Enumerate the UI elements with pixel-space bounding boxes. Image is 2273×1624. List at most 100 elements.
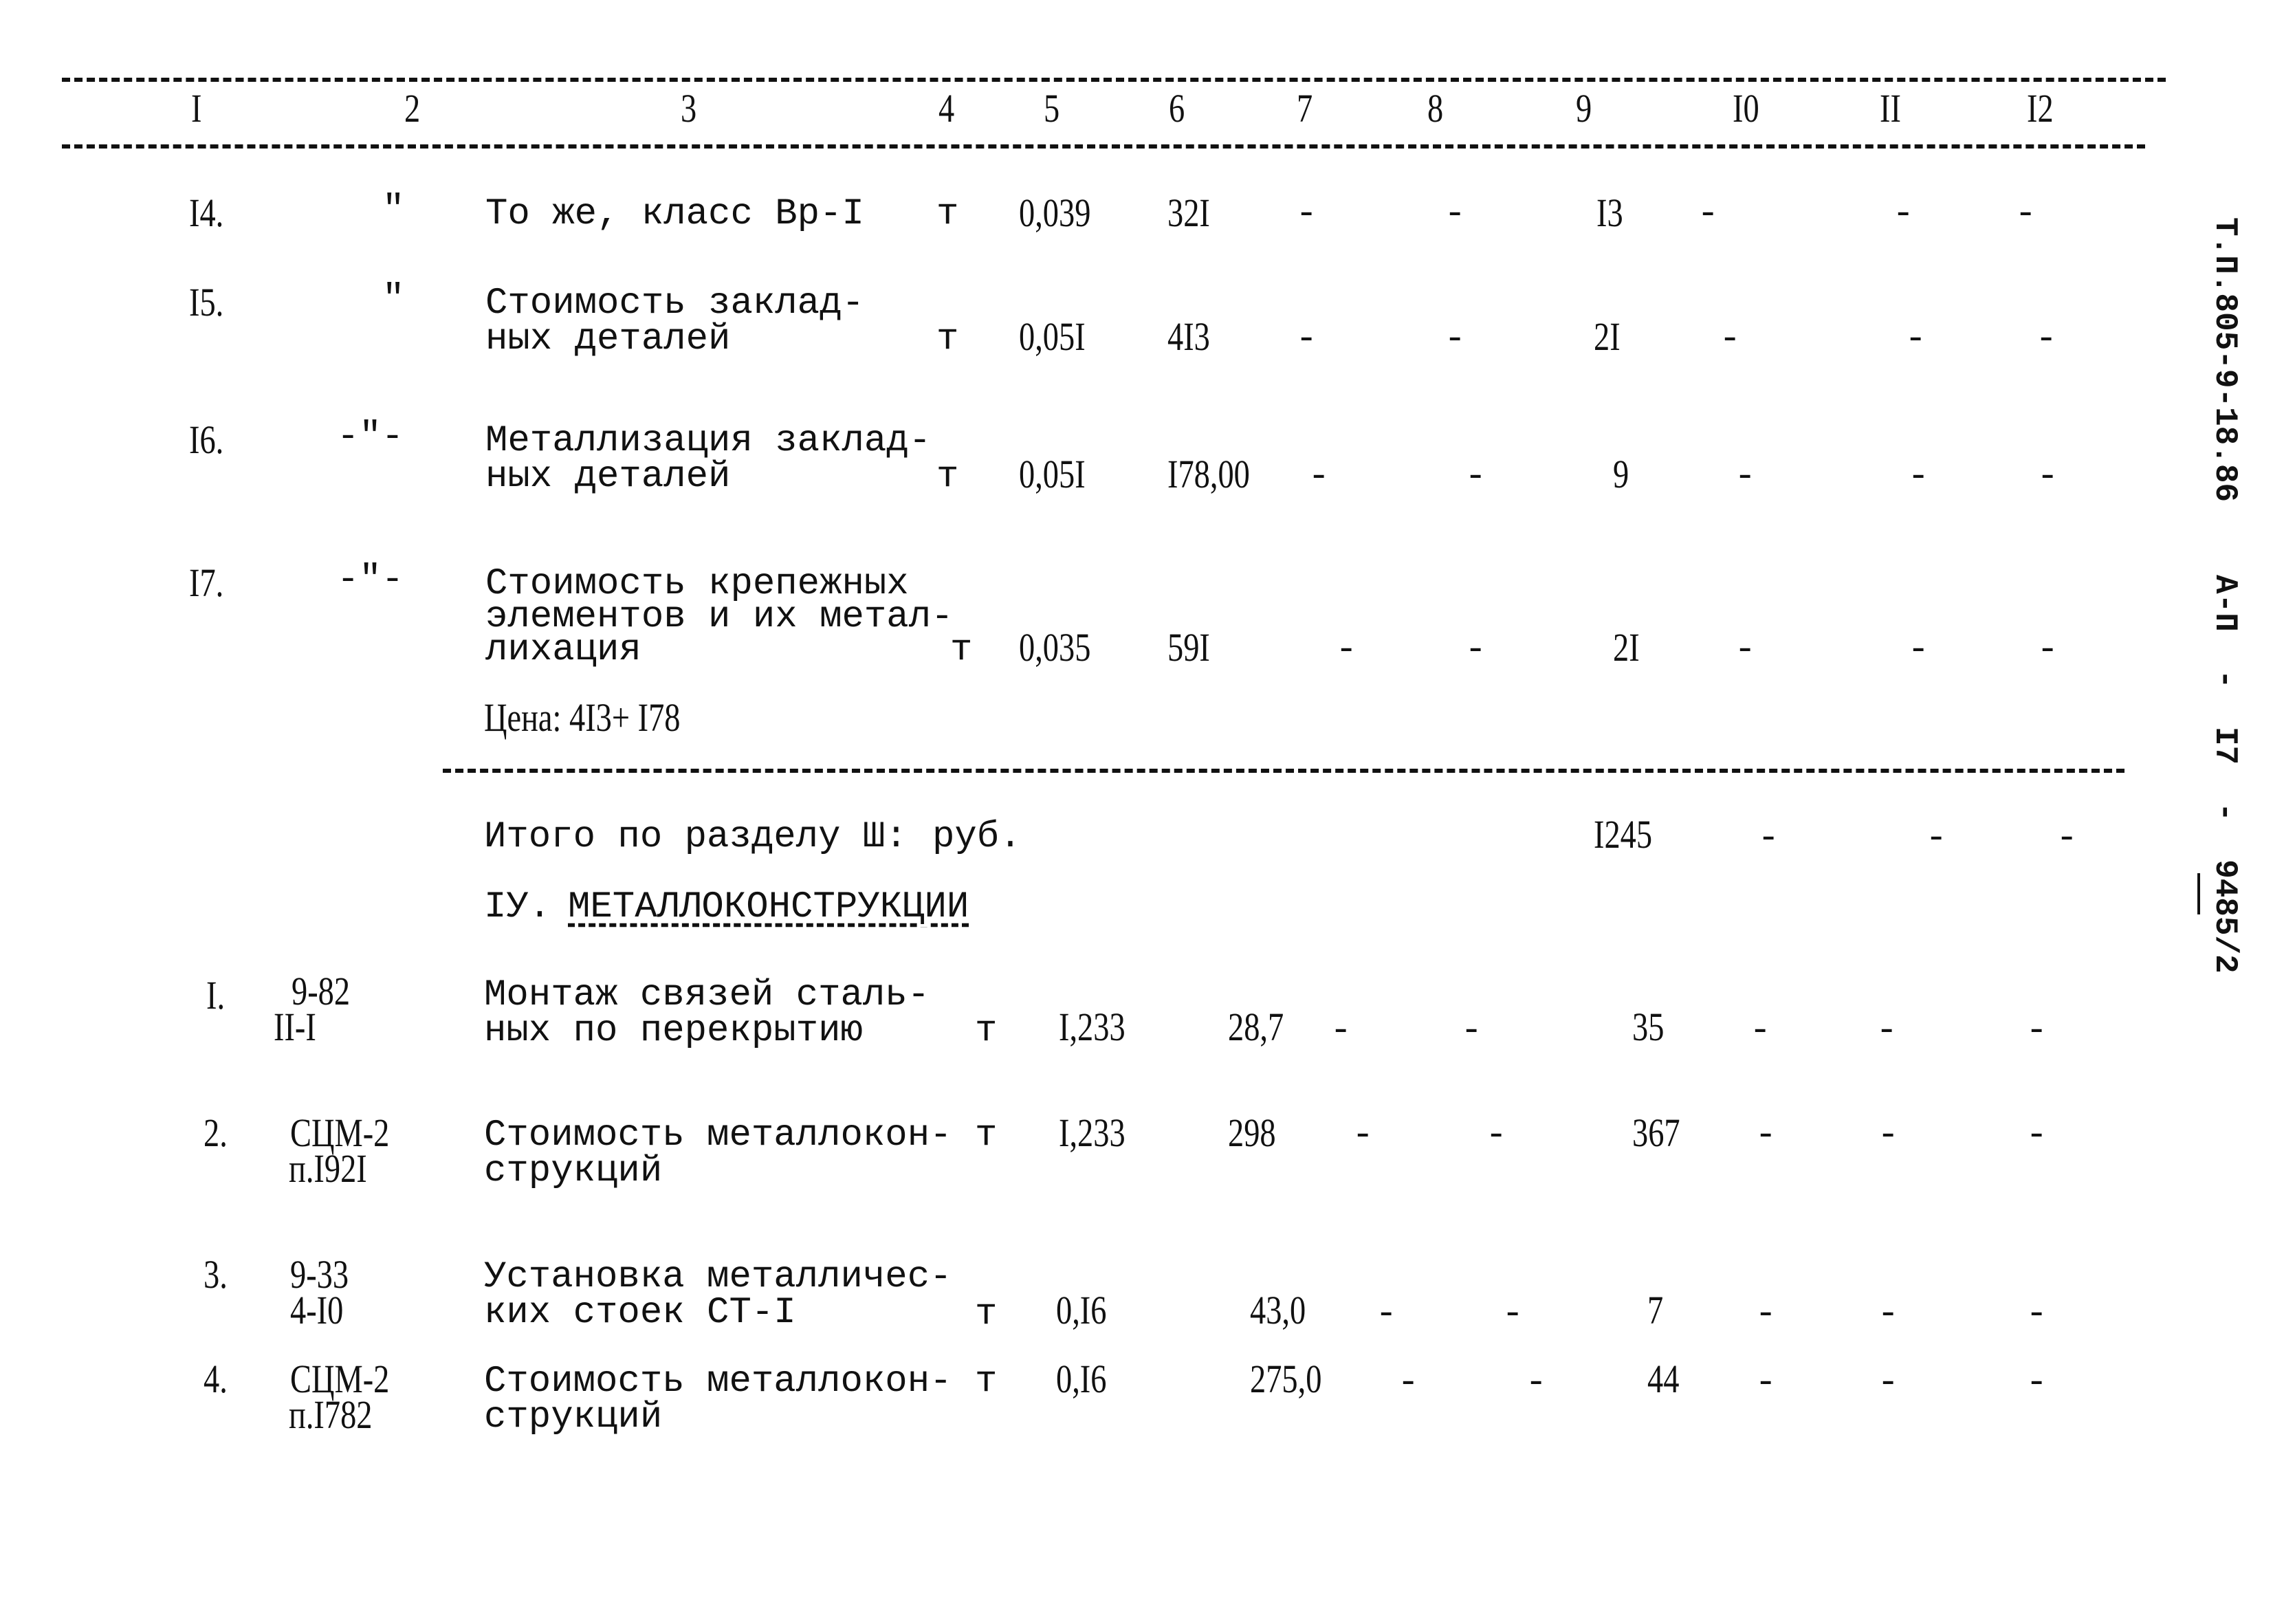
- row-quantity: 0,I6: [1056, 1357, 1107, 1401]
- row-quantity: 0,05I: [1019, 452, 1086, 496]
- row-col7: -: [1375, 1293, 1398, 1335]
- row-unit-price: 28,7: [1228, 1005, 1284, 1049]
- row-col7: -: [1295, 318, 1318, 360]
- row-col11: -: [1904, 318, 1927, 360]
- row-unit: т: [936, 193, 959, 235]
- row-description-line1: Металлизация заклад-: [485, 420, 932, 462]
- row-col12: -: [2035, 318, 2058, 360]
- row-description-line3: лихация: [485, 629, 641, 671]
- row-quantity: 0,035: [1019, 625, 1091, 670]
- row-total: 2I: [1594, 314, 1621, 359]
- section-title: МЕТАЛЛОКОНСТРУКЦИИ: [568, 886, 969, 928]
- col-header-12: I2: [2027, 86, 2054, 131]
- row-code-line2: п.I782: [289, 1392, 373, 1437]
- row-total: 2I: [1613, 625, 1640, 670]
- row-col7: -: [1308, 456, 1330, 498]
- row-col8: -: [1525, 1362, 1548, 1404]
- section-total-col10: -: [1757, 818, 1780, 859]
- col-header-9: 9: [1576, 86, 1592, 131]
- row-col11: -: [1877, 1115, 1900, 1156]
- row-unit-price: 275,0: [1250, 1357, 1322, 1401]
- header-bottom-rule: [62, 144, 2145, 149]
- row-col8: -: [1502, 1293, 1524, 1335]
- row-unit: т: [975, 1293, 998, 1335]
- side-stamp-fraction-bar: [2197, 873, 2200, 914]
- row-unit-price: 59I: [1167, 625, 1210, 670]
- row-unit: т: [936, 318, 959, 360]
- section-total-col11: -: [1925, 818, 1948, 859]
- row-col10: -: [1755, 1362, 1777, 1404]
- row-unit-price: 32I: [1167, 190, 1210, 235]
- row-unit: т: [975, 1115, 998, 1156]
- row-col12: -: [2025, 1362, 2048, 1404]
- row-number: I5.: [189, 280, 224, 325]
- row-quantity: I,233: [1059, 1005, 1125, 1049]
- row-total: 7: [1647, 1288, 1664, 1332]
- row-col8: -: [1444, 193, 1467, 235]
- section-number: IУ.: [484, 886, 551, 928]
- row-code: -"-: [337, 559, 404, 601]
- row-col7: -: [1330, 1010, 1352, 1052]
- row-col11: -: [1892, 193, 1915, 235]
- price-note: Цена: 4I3+ I78: [484, 695, 681, 740]
- row-quantity: 0,05I: [1019, 314, 1086, 359]
- col-header-1: I: [191, 86, 202, 131]
- row-code: -"-: [337, 416, 404, 458]
- col-header-10: I0: [1733, 86, 1759, 131]
- row-description: То же, класс Вр-I: [485, 193, 864, 235]
- row-number: 4.: [204, 1357, 228, 1401]
- row-description-line1: Установка металличес-: [484, 1256, 952, 1298]
- row-description-line2: ных деталей: [485, 456, 731, 498]
- row-col11: -: [1907, 456, 1930, 498]
- row-col10: -: [1734, 456, 1757, 498]
- row-description-line2: ных деталей: [485, 318, 731, 360]
- row-col12: -: [2025, 1010, 2048, 1052]
- row-col10: -: [1755, 1293, 1777, 1335]
- col-header-8: 8: [1427, 86, 1444, 131]
- row-col8: -: [1460, 1010, 1483, 1052]
- row-number: I6.: [189, 417, 224, 462]
- section-total-col12: -: [2056, 818, 2078, 859]
- row-col10: -: [1755, 1115, 1777, 1156]
- row-col12: -: [2036, 456, 2059, 498]
- row-col10: -: [1719, 318, 1742, 360]
- col-header-4: 4: [938, 86, 955, 131]
- row-description-line2: струкций: [484, 1396, 663, 1438]
- row-col7: -: [1352, 1115, 1374, 1156]
- row-col7: -: [1295, 193, 1318, 235]
- row-code: ": [382, 189, 405, 231]
- section-total-label: Итого по разделу Ш:: [484, 816, 908, 858]
- side-stamp-sheet: А-П - I7 - 9485/2: [2207, 575, 2243, 974]
- row-code: ": [382, 278, 405, 320]
- row-code-line2: 4-I0: [290, 1288, 344, 1332]
- header-top-rule: [62, 78, 2166, 82]
- row-code-line2: II-I: [274, 1005, 316, 1049]
- row-unit: т: [950, 629, 973, 671]
- row-col12: -: [2025, 1293, 2048, 1335]
- section-total-rule: [443, 769, 2124, 773]
- row-col11: -: [1877, 1362, 1900, 1404]
- row-number: I7.: [189, 560, 224, 605]
- row-col11: -: [1877, 1293, 1900, 1335]
- row-col10: -: [1697, 193, 1720, 235]
- row-unit-price: 4I3: [1167, 314, 1210, 359]
- row-description-line1: Монтаж связей сталь-: [484, 974, 930, 1016]
- row-unit-price: I78,00: [1167, 452, 1250, 496]
- row-col10: -: [1734, 629, 1757, 671]
- row-total: 44: [1647, 1357, 1680, 1401]
- row-code-line2: п.I92I: [289, 1146, 367, 1191]
- row-total: 35: [1632, 1005, 1665, 1049]
- row-quantity: 0,039: [1019, 190, 1091, 235]
- col-header-11: II: [1880, 86, 1901, 131]
- row-description-line1: Стоимость металлокон-: [484, 1361, 952, 1403]
- row-number: I.: [206, 973, 226, 1018]
- row-total: I3: [1596, 190, 1623, 235]
- col-header-3: 3: [681, 86, 697, 131]
- col-header-6: 6: [1169, 86, 1185, 131]
- row-description-line2: ных по перекрытию: [484, 1010, 863, 1052]
- row-quantity: 0,I6: [1056, 1288, 1107, 1332]
- row-number: 3.: [204, 1252, 228, 1297]
- row-col8: -: [1464, 629, 1487, 671]
- col-header-7: 7: [1297, 86, 1313, 131]
- row-col11: -: [1907, 629, 1930, 671]
